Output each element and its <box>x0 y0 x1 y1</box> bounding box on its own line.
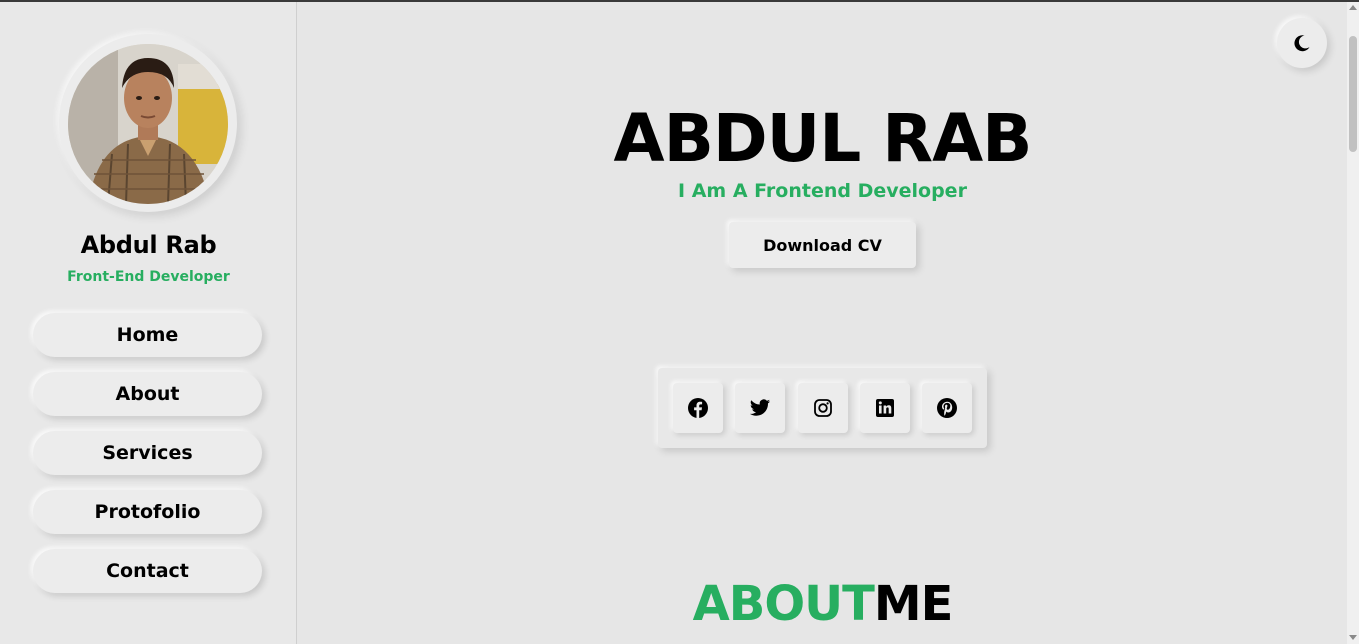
nav-services-button[interactable]: Services <box>33 431 262 475</box>
avatar-photo <box>68 44 228 204</box>
theme-toggle-button[interactable] <box>1277 18 1327 68</box>
pinterest-icon <box>937 398 957 418</box>
linkedin-icon <box>876 399 894 417</box>
profile-role: Front-End Developer <box>67 269 230 285</box>
download-cv-button[interactable]: Download CV <box>729 222 916 268</box>
instagram-link[interactable] <box>798 383 848 433</box>
twitter-link[interactable] <box>735 383 785 433</box>
linkedin-link[interactable] <box>860 383 910 433</box>
social-links <box>658 368 987 448</box>
hero-subtitle: I Am A Frontend Developer <box>678 180 967 202</box>
nav-about-button[interactable]: About <box>33 372 262 416</box>
sidebar: Abdul Rab Front-End Developer Home About… <box>0 2 297 644</box>
profile-name: Abdul Rab <box>80 231 217 259</box>
hero-name: ABDUL RAB <box>613 100 1032 177</box>
nav-home-button[interactable]: Home <box>33 313 262 357</box>
nav-portfolio-button[interactable]: Protofolio <box>33 490 262 534</box>
facebook-icon <box>688 398 708 418</box>
about-heading-accent: ABOUT <box>692 576 875 632</box>
nav-contact-button[interactable]: Contact <box>33 549 262 593</box>
scroll-up-arrow-icon[interactable] <box>1349 5 1357 10</box>
page-scrollbar[interactable] <box>1347 2 1359 644</box>
avatar <box>68 44 228 204</box>
pinterest-link[interactable] <box>922 383 972 433</box>
twitter-icon <box>749 399 771 416</box>
moon-icon <box>1294 35 1310 52</box>
about-heading-rest: ME <box>873 576 954 632</box>
about-section-heading: ABOUTME <box>298 574 1347 634</box>
instagram-icon <box>814 399 832 417</box>
scrollbar-thumb[interactable] <box>1349 36 1357 152</box>
scroll-down-arrow-icon[interactable] <box>1349 635 1357 640</box>
facebook-link[interactable] <box>673 383 723 433</box>
